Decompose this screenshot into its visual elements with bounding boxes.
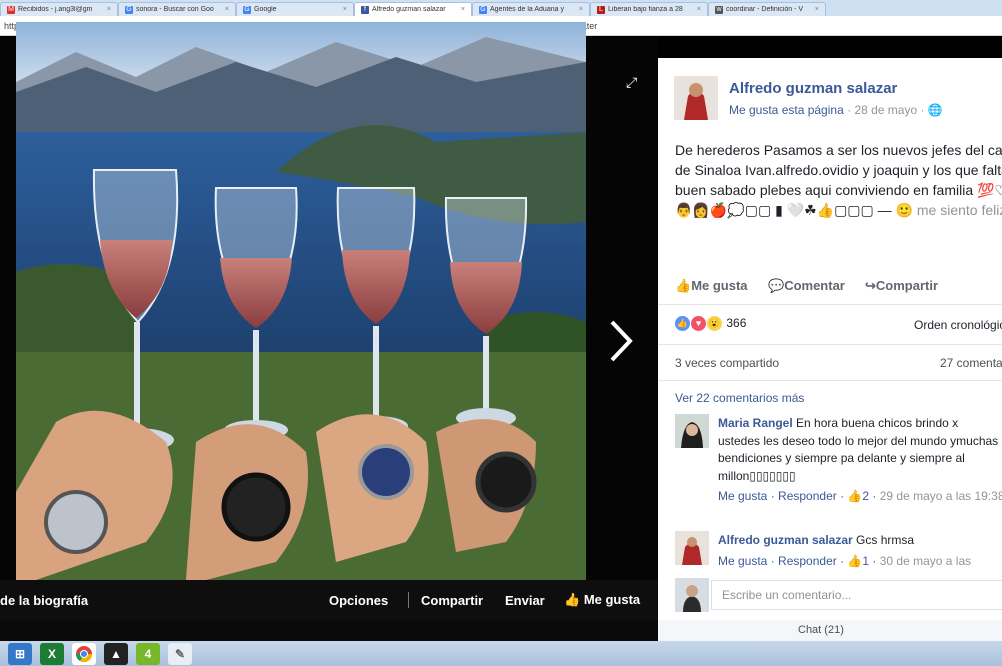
like-reaction-icon: 👍	[675, 316, 690, 332]
tab-favicon-icon: w	[715, 5, 723, 14]
photo-image	[16, 22, 586, 580]
tab-label: sonora - Buscar con Goo	[136, 6, 214, 13]
post-text: De herederos Pasamos a ser los nuevos je…	[675, 140, 1002, 220]
browser-tab-strip: M Recibidos - j.ang3l@gm × Gsonora - Buscar…	[0, 0, 1002, 16]
tab-label: coordinar - Definición - V	[726, 6, 804, 13]
post-actions: 👍 Me gusta 💬 Comentar ↪ Compartir	[675, 278, 1002, 296]
divider	[408, 592, 409, 608]
globe-icon: · 🌐	[920, 103, 943, 117]
more-comments-link[interactable]: Ver 22 comentarios más	[675, 391, 804, 405]
feeling-text: me siento feliz.	[916, 202, 1002, 218]
share-button[interactable]: Compartir	[421, 593, 483, 608]
divider	[658, 380, 1002, 381]
chat-bar[interactable]: Chat (21)	[658, 620, 1002, 641]
comment-reply-button[interactable]: Responder	[778, 554, 837, 568]
comment-like-button[interactable]: Me gusta	[718, 489, 767, 503]
comment-like-button[interactable]: Me gusta	[718, 554, 767, 568]
app-4-icon[interactable]: 4	[136, 642, 160, 665]
post-like-button[interactable]: 👍 Me gusta	[675, 278, 748, 294]
like-page-link[interactable]: Me gusta esta página	[729, 103, 844, 117]
tab-favicon-icon: L	[597, 5, 605, 14]
photo-like-button[interactable]: 👍 Me gusta	[564, 592, 640, 608]
browser-tab[interactable]: M Recibidos - j.ang3l@gm ×	[0, 2, 118, 16]
chrome-icon[interactable]	[72, 642, 96, 665]
divider	[658, 344, 1002, 345]
shares-link[interactable]: 3 veces compartido	[675, 356, 779, 370]
comment-meta: Me gusta · Responder · 👍2 · 29 de mayo a…	[718, 489, 1002, 503]
wow-reaction-icon: 😮	[707, 316, 722, 332]
tab-close-icon[interactable]: ×	[104, 6, 111, 13]
bottom-spacer	[0, 620, 658, 641]
comment-text: Alfredo guzman salazar Gcs hrmsa	[718, 533, 915, 547]
browser-tab[interactable]: G Google ×	[236, 2, 354, 16]
expand-icon[interactable]: ⤢	[626, 74, 637, 91]
comment-text: Maria Rangel En hora buena chicos brindo…	[718, 416, 999, 483]
comments-count[interactable]: 27 comentarios	[940, 356, 1002, 370]
tab-favicon-icon: f	[361, 5, 369, 14]
avatar	[675, 578, 709, 612]
send-button[interactable]: Enviar	[505, 593, 545, 608]
tab-label: Liberan bajo fianza a 28	[608, 6, 683, 13]
browser-tab[interactable]: Gsonora - Buscar con Goo ×	[118, 2, 236, 16]
post-photo[interactable]	[16, 22, 586, 580]
options-button[interactable]: Opciones	[329, 593, 388, 608]
comment-reply-button[interactable]: Responder	[778, 489, 837, 503]
tab-favicon-icon: G	[243, 5, 251, 14]
browser-tab[interactable]: L Liberan bajo fianza a 28 ×	[590, 2, 708, 16]
tab-favicon-icon: G	[479, 5, 487, 14]
next-photo-arrow-icon[interactable]	[606, 316, 636, 366]
comment-author[interactable]: Alfredo guzman salazar	[718, 533, 853, 547]
tab-close-icon[interactable]: ×	[576, 6, 583, 13]
timeline-photos-link[interactable]: de la biografía	[0, 593, 88, 608]
tab-close-icon[interactable]: ×	[694, 6, 701, 13]
page-meta: Me gusta esta página · 28 de mayo · 🌐	[729, 103, 943, 117]
comment-meta: Me gusta · Responder · 👍1 · 30 de mayo a…	[718, 554, 972, 568]
tab-close-icon[interactable]: ×	[458, 6, 465, 13]
feeling-icon: — 🙂	[877, 202, 913, 218]
browser-tab[interactable]: G Agentes de la Aduana y ×	[472, 2, 590, 16]
photo-action-bar: de la biografía Opciones Compartir Envia…	[0, 580, 658, 620]
excel-icon[interactable]: X	[40, 642, 64, 665]
post-share-button[interactable]: ↪ Compartir	[865, 278, 938, 294]
tab-favicon-icon: G	[125, 5, 133, 14]
post-date[interactable]: 28 de mayo	[854, 103, 917, 117]
comment-input[interactable]: Escribe un comentario...	[711, 580, 1002, 610]
thumbs-up-icon: 👍	[847, 489, 863, 503]
thumbs-up-icon: 👍	[564, 592, 581, 607]
divider	[658, 304, 1002, 305]
avatar[interactable]	[675, 531, 709, 565]
comment-order-select[interactable]: Orden cronológico	[914, 318, 1002, 332]
tab-label: Agentes de la Aduana y	[490, 6, 564, 13]
love-reaction-icon: ♥	[691, 316, 706, 332]
post-comment-button[interactable]: 💬 Comentar	[768, 278, 845, 294]
paint-icon[interactable]: ✎	[168, 642, 192, 665]
tab-label: Google	[254, 6, 277, 13]
comment-author[interactable]: Maria Rangel	[718, 416, 793, 430]
avatar[interactable]	[675, 414, 709, 448]
post-sidebar: Alfredo guzman salazar Me gusta esta pág…	[658, 58, 1002, 620]
start-icon[interactable]: ⊞	[8, 642, 32, 665]
thumbs-up-icon: 👍	[847, 554, 863, 568]
page-avatar[interactable]	[674, 76, 718, 120]
reactions-summary[interactable]: 👍 ♥ 😮 366	[675, 316, 746, 334]
tab-label: Alfredo guzman salazar	[372, 6, 446, 13]
page-name[interactable]: Alfredo guzman salazar	[729, 80, 897, 97]
tab-close-icon[interactable]: ×	[222, 6, 229, 13]
tab-close-icon[interactable]: ×	[812, 6, 819, 13]
tab-favicon-icon: M	[7, 5, 15, 14]
browser-tab[interactable]: f Alfredo guzman salazar ×	[354, 2, 472, 16]
browser-tab[interactable]: w coordinar - Definición - V ×	[708, 2, 826, 16]
photo-viewer-icon[interactable]: ▲	[104, 642, 128, 665]
taskbar: ⊞ X ▲ 4 ✎	[0, 641, 1002, 666]
tab-close-icon[interactable]: ×	[340, 6, 347, 13]
tab-label: Recibidos - j.ang3l@gm	[18, 6, 93, 13]
